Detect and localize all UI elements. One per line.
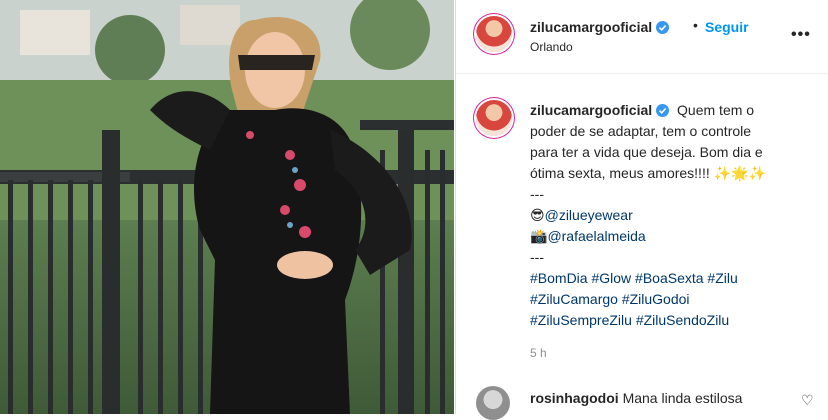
caption-separator: --- bbox=[530, 249, 544, 265]
post-location[interactable]: Orlando bbox=[530, 40, 573, 54]
caption-line: 😎@zilueyewear bbox=[530, 205, 805, 226]
caption-line: zilucamargooficial Quem tem o bbox=[530, 102, 755, 118]
verified-icon bbox=[656, 104, 670, 117]
sunglasses-emoji: 😎 bbox=[530, 207, 545, 223]
author-avatar[interactable] bbox=[476, 16, 512, 52]
post-time[interactable]: 5 h bbox=[530, 346, 547, 360]
commenter-avatar[interactable] bbox=[476, 386, 510, 420]
mention-link[interactable]: @zilueyewear bbox=[545, 207, 633, 223]
verified-icon bbox=[656, 21, 670, 34]
post-photo[interactable] bbox=[0, 0, 454, 414]
camera-emoji: 📸 bbox=[530, 228, 548, 244]
hashtag-line[interactable]: #ZiluSempreZilu #ZiluSendoZilu bbox=[530, 310, 805, 331]
follow-button[interactable]: Seguir bbox=[705, 19, 749, 35]
caption-line: poder de se adaptar, tem o controle bbox=[530, 123, 752, 139]
commenter-username[interactable]: rosinhagodoi bbox=[530, 390, 619, 406]
comment-body: Mana linda estilosa bbox=[622, 390, 743, 406]
caption-text: zilucamargooficial Quem tem o poder de s… bbox=[530, 100, 805, 331]
photo-illustration bbox=[0, 0, 454, 414]
caption-separator: --- bbox=[530, 186, 544, 202]
caption-avatar[interactable] bbox=[476, 100, 512, 136]
post-header: zilucamargooficial • Seguir Orlando ••• bbox=[456, 0, 828, 74]
comment-text: rosinhagodoi Mana linda estilosa bbox=[530, 390, 742, 406]
like-comment-icon[interactable]: ♡ bbox=[801, 392, 814, 409]
caption-username[interactable]: zilucamargooficial bbox=[530, 102, 670, 118]
author-username[interactable]: zilucamargooficial bbox=[530, 19, 670, 35]
mention-link[interactable]: @rafaelalmeida bbox=[547, 228, 645, 244]
caption-line: para ter a vida que deseja. Bom dia e bbox=[530, 144, 763, 160]
hashtag-line[interactable]: #BomDia #Glow #BoaSexta #Zilu bbox=[530, 268, 805, 289]
header-separator: • bbox=[693, 17, 698, 33]
caption-line: ótima sexta, meus amores!!!! ✨🌟✨ bbox=[530, 165, 766, 181]
more-options-icon[interactable]: ••• bbox=[791, 26, 811, 44]
caption-line: 📸@rafaelalmeida bbox=[530, 226, 805, 247]
post-sidebar: zilucamargooficial • Seguir Orlando ••• … bbox=[455, 0, 828, 420]
hashtag-line[interactable]: #ZiluCamargo #ZiluGodoi bbox=[530, 289, 805, 310]
